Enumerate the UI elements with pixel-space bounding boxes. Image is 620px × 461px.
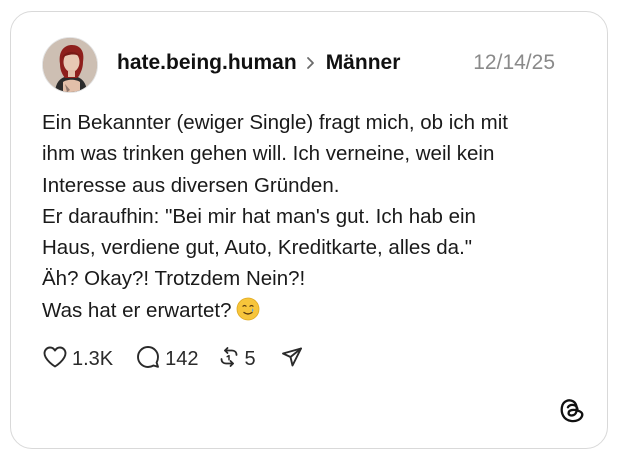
- reply-button[interactable]: 142: [135, 344, 199, 375]
- reply-bubble-icon: [135, 344, 161, 375]
- username[interactable]: hate.being.human: [117, 51, 297, 75]
- like-count: 1.3K: [72, 347, 114, 370]
- post-line: Ein Bekannter (ewiger Single) fragt mich…: [42, 111, 509, 134]
- post-body: Ein Bekannter (ewiger Single) fragt mich…: [42, 107, 582, 330]
- share-button[interactable]: [280, 345, 304, 374]
- repost-count: 5: [244, 347, 256, 370]
- reply-count: 142: [165, 347, 199, 370]
- share-icon: [280, 345, 304, 374]
- post-line: Er daraufhin: "Bei mir hat man's gut. Ic…: [42, 204, 476, 228]
- post-line: Interesse aus diversen Gründen.: [42, 173, 340, 197]
- post-card: hate.being.human Männer 12/14/25 Ein Bek…: [10, 11, 608, 449]
- topic-tag[interactable]: Männer: [326, 51, 401, 75]
- action-bar: 1.3K 142 5: [42, 344, 304, 374]
- post-line: Haus, verdiene gut, Auto, Kreditkarte, a…: [42, 236, 473, 260]
- repost-icon: [217, 345, 241, 374]
- chevron-right-icon: [306, 56, 315, 70]
- post-header: hate.being.human Männer: [117, 50, 400, 76]
- like-button[interactable]: 1.3K: [42, 345, 113, 374]
- heart-icon: [42, 345, 68, 374]
- avatar[interactable]: [42, 37, 98, 93]
- post-line: Äh? Okay?! Trotzdem Nein?!: [42, 267, 306, 291]
- post-date: 12/14/25: [473, 51, 555, 74]
- smiling-face-with-tear-icon: [236, 297, 260, 330]
- post-line: Was hat er erwartet?: [42, 298, 232, 322]
- threads-logo-icon[interactable]: [558, 397, 586, 425]
- post-line: ihm was trinken gehen will. Ich verneine…: [42, 142, 495, 166]
- post-line-last: Was hat er erwartet?: [42, 295, 582, 330]
- repost-button[interactable]: 5: [217, 345, 256, 374]
